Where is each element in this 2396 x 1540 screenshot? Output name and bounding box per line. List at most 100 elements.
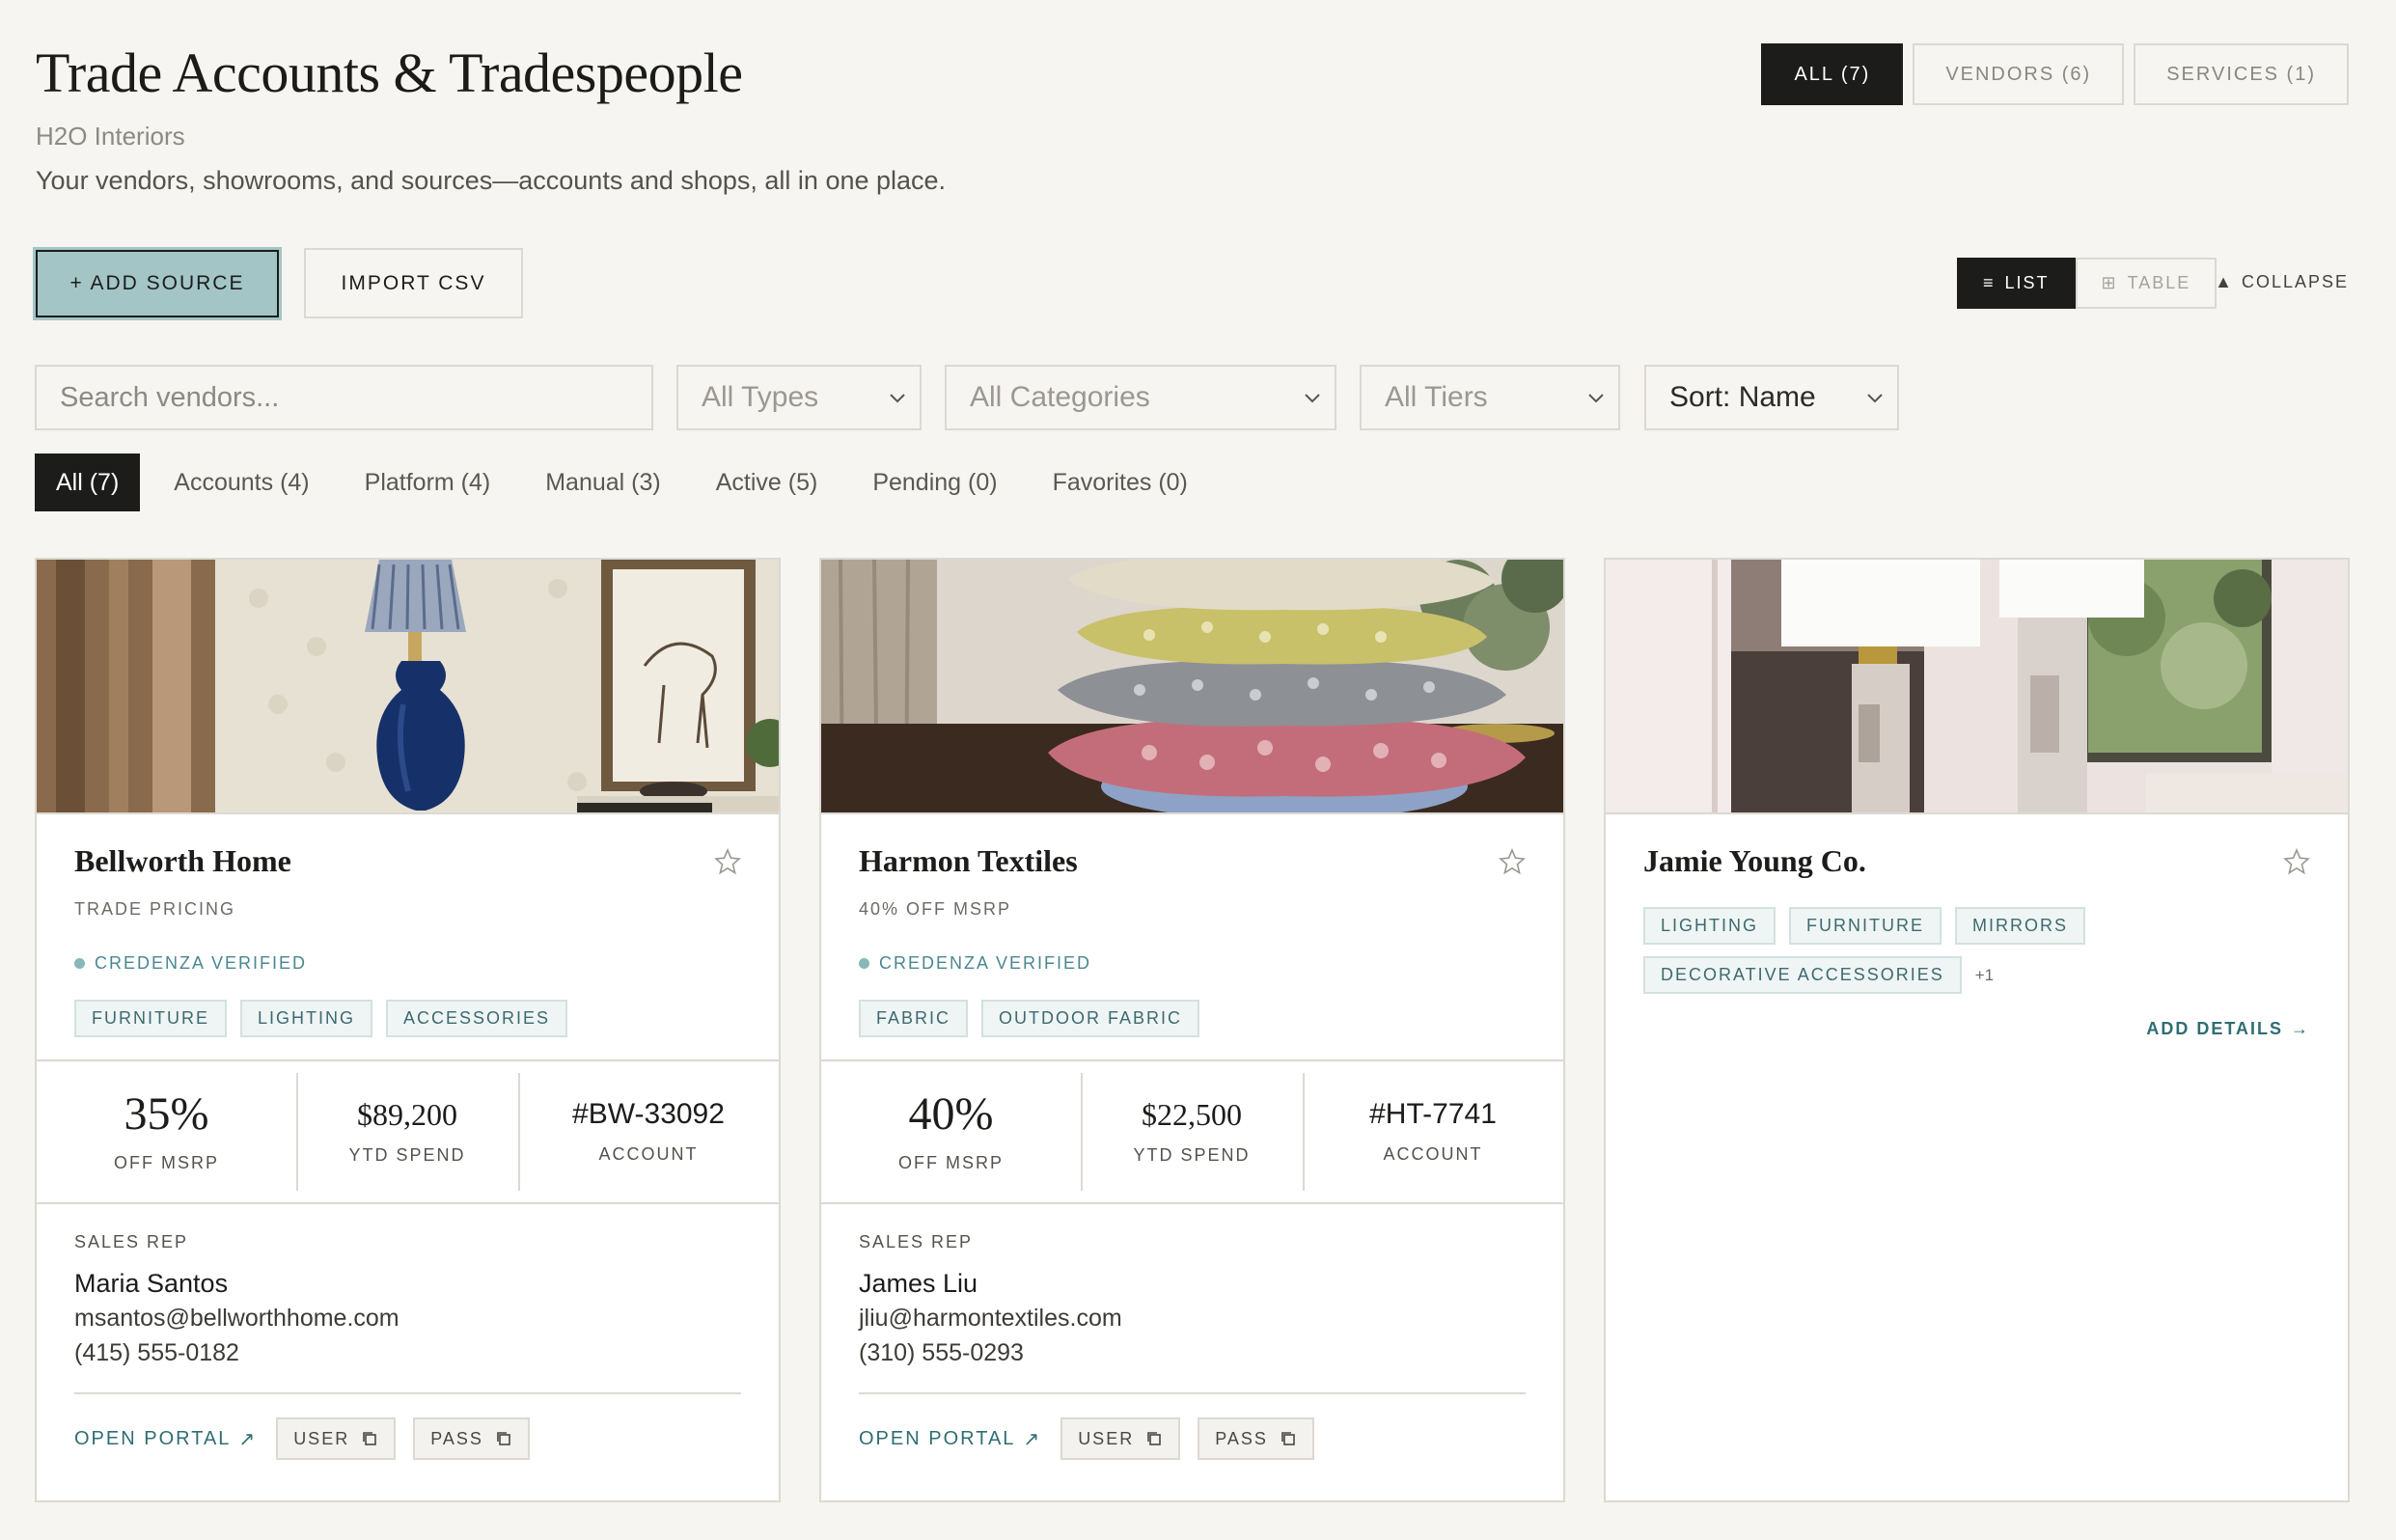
ytd-spend-value: $22,500 xyxy=(1142,1096,1242,1132)
verified-label: CREDENZA VERIFIED xyxy=(95,953,308,973)
vendor-card[interactable]: Bellworth Home TRADE PRICING CREDENZA VE… xyxy=(35,558,781,1502)
copy-password-button[interactable]: PASS xyxy=(413,1417,530,1460)
sales-rep-heading: SALES REP xyxy=(74,1232,189,1251)
discount-label: OFF MSRP xyxy=(114,1152,219,1172)
sort-select-value: Sort: Name xyxy=(1669,381,1816,413)
studio-name: H2O Interiors xyxy=(36,122,185,151)
import-csv-button[interactable]: IMPORT CSV xyxy=(304,248,523,318)
table-view-label: TABLE xyxy=(2127,273,2191,292)
favorite-star-icon[interactable] xyxy=(713,847,742,876)
tiers-select[interactable]: All Tiers xyxy=(1360,365,1620,430)
verified-label: CREDENZA VERIFIED xyxy=(879,953,1092,973)
filter-tabs: All (7) Accounts (4) Platform (4) Manual… xyxy=(35,454,1222,511)
vendor-card[interactable]: Harmon Textiles 40% OFF MSRP CREDENZA VE… xyxy=(819,558,1565,1502)
account-number-stat: #BW-33092 ACCOUNT xyxy=(518,1061,779,1202)
chevron-down-icon xyxy=(1867,394,1883,403)
status-dot-icon xyxy=(74,958,85,969)
copy-username-button[interactable]: USER xyxy=(1060,1417,1181,1460)
categories-select-value: All Categories xyxy=(970,381,1150,413)
account-number-stat: #HT-7741 ACCOUNT xyxy=(1303,1061,1563,1202)
chevron-down-icon xyxy=(890,394,905,403)
open-portal-label: OPEN PORTAL xyxy=(859,1427,1016,1449)
table-view-button[interactable]: ⊞ TABLE xyxy=(2075,258,2217,309)
sales-rep-email[interactable]: jliu@harmontextiles.com xyxy=(859,1305,1122,1333)
filter-tab-favorites[interactable]: Favorites (0) xyxy=(1032,454,1209,511)
copy-icon xyxy=(1147,1432,1162,1445)
add-details-label: ADD DETAILS xyxy=(2146,1019,2283,1038)
vendor-photo xyxy=(1606,560,2348,814)
category-tag: DECORATIVE ACCESSORIES xyxy=(1643,956,1962,994)
copy-icon xyxy=(363,1432,377,1445)
external-link-icon: ↗ xyxy=(238,1428,258,1450)
segment-tabs: ALL (7) VENDORS (6) SERVICES (1) xyxy=(1761,43,2349,105)
open-portal-link[interactable]: OPEN PORTAL ↗ xyxy=(859,1427,1041,1451)
category-tag: ACCESSORIES xyxy=(386,1000,568,1037)
divider xyxy=(859,1392,1526,1394)
vendor-card[interactable]: Jamie Young Co. LIGHTING FURNITURE MIRRO… xyxy=(1604,558,2350,1502)
filter-tab-pending[interactable]: Pending (0) xyxy=(851,454,1018,511)
more-tags-count[interactable]: +1 xyxy=(1975,956,1994,994)
add-source-button[interactable]: + ADD SOURCE xyxy=(33,247,282,320)
copy-username-label: USER xyxy=(1078,1428,1135,1448)
sales-rep-phone[interactable]: (310) 555-0293 xyxy=(859,1339,1024,1367)
filter-tab-active[interactable]: Active (5) xyxy=(695,454,840,511)
copy-icon xyxy=(497,1432,510,1445)
list-view-label: LIST xyxy=(2004,273,2050,292)
card-actions: OPEN PORTAL ↗ USER PASS xyxy=(859,1417,1314,1460)
sales-rep-name: Maria Santos xyxy=(74,1269,229,1298)
tab-all[interactable]: ALL (7) xyxy=(1761,43,1904,105)
copy-password-button[interactable]: PASS xyxy=(1198,1417,1314,1460)
filter-tab-manual[interactable]: Manual (3) xyxy=(524,454,682,511)
list-view-button[interactable]: ≡ LIST xyxy=(1957,258,2076,309)
sales-rep-email[interactable]: msantos@bellworthhome.com xyxy=(74,1305,399,1333)
ytd-spend-value: $89,200 xyxy=(357,1096,457,1132)
sort-select[interactable]: Sort: Name xyxy=(1644,365,1899,430)
grid-icon: ⊞ xyxy=(2101,273,2118,292)
category-tag: FURNITURE xyxy=(1789,907,1942,945)
filter-tab-all[interactable]: All (7) xyxy=(35,454,141,511)
search-input[interactable] xyxy=(35,365,653,430)
vendor-name: Harmon Textiles xyxy=(859,843,1078,878)
pricing-tier: TRADE PRICING xyxy=(74,899,236,919)
account-stats: 35% OFF MSRP $89,200 YTD SPEND #BW-33092… xyxy=(37,1059,779,1204)
tab-services[interactable]: SERVICES (1) xyxy=(2134,43,2349,105)
ytd-spend-label: YTD SPEND xyxy=(1133,1144,1251,1165)
filter-tab-accounts[interactable]: Accounts (4) xyxy=(152,454,330,511)
ytd-spend-stat: $22,500 YTD SPEND xyxy=(1081,1061,1303,1202)
discount-value: 40% xyxy=(908,1087,994,1140)
divider xyxy=(74,1392,741,1394)
copy-password-label: PASS xyxy=(430,1428,483,1448)
open-portal-link[interactable]: OPEN PORTAL ↗ xyxy=(74,1427,257,1451)
tab-vendors[interactable]: VENDORS (6) xyxy=(1913,43,2125,105)
favorite-star-icon[interactable] xyxy=(1498,847,1527,876)
sales-rep-phone[interactable]: (415) 555-0182 xyxy=(74,1339,239,1367)
vendor-photo xyxy=(37,560,779,814)
copy-icon xyxy=(1281,1432,1295,1445)
favorite-star-icon[interactable] xyxy=(2282,847,2311,876)
ytd-spend-stat: $89,200 YTD SPEND xyxy=(296,1061,518,1202)
category-tags: FURNITURE LIGHTING ACCESSORIES xyxy=(74,1000,576,1037)
categories-select[interactable]: All Categories xyxy=(945,365,1336,430)
view-toggle: ≡ LIST ⊞ TABLE xyxy=(1957,258,2217,309)
vendor-name: Bellworth Home xyxy=(74,843,291,878)
collapse-button[interactable]: ▲ COLLAPSE xyxy=(2215,272,2349,292)
category-tag: FABRIC xyxy=(859,1000,969,1037)
status-dot-icon xyxy=(859,958,869,969)
vendor-name: Jamie Young Co. xyxy=(1643,843,1866,878)
types-select-value: All Types xyxy=(702,381,819,413)
copy-username-button[interactable]: USER xyxy=(276,1417,397,1460)
category-tag: LIGHTING xyxy=(1643,907,1776,945)
discount-stat: 35% OFF MSRP xyxy=(37,1061,296,1202)
vendor-photo xyxy=(821,560,1563,814)
filter-tab-platform[interactable]: Platform (4) xyxy=(344,454,512,511)
add-details-link[interactable]: ADD DETAILS → xyxy=(2146,1019,2310,1039)
types-select[interactable]: All Types xyxy=(676,365,922,430)
chevron-down-icon xyxy=(1588,394,1604,403)
ytd-spend-label: YTD SPEND xyxy=(348,1144,466,1165)
pricing-tier: 40% OFF MSRP xyxy=(859,899,1012,919)
copy-username-label: USER xyxy=(293,1428,350,1448)
verified-badge: CREDENZA VERIFIED xyxy=(74,953,307,974)
collapse-label: COLLAPSE xyxy=(2241,272,2349,291)
list-icon: ≡ xyxy=(1983,273,1996,292)
discount-label: OFF MSRP xyxy=(898,1152,1004,1172)
